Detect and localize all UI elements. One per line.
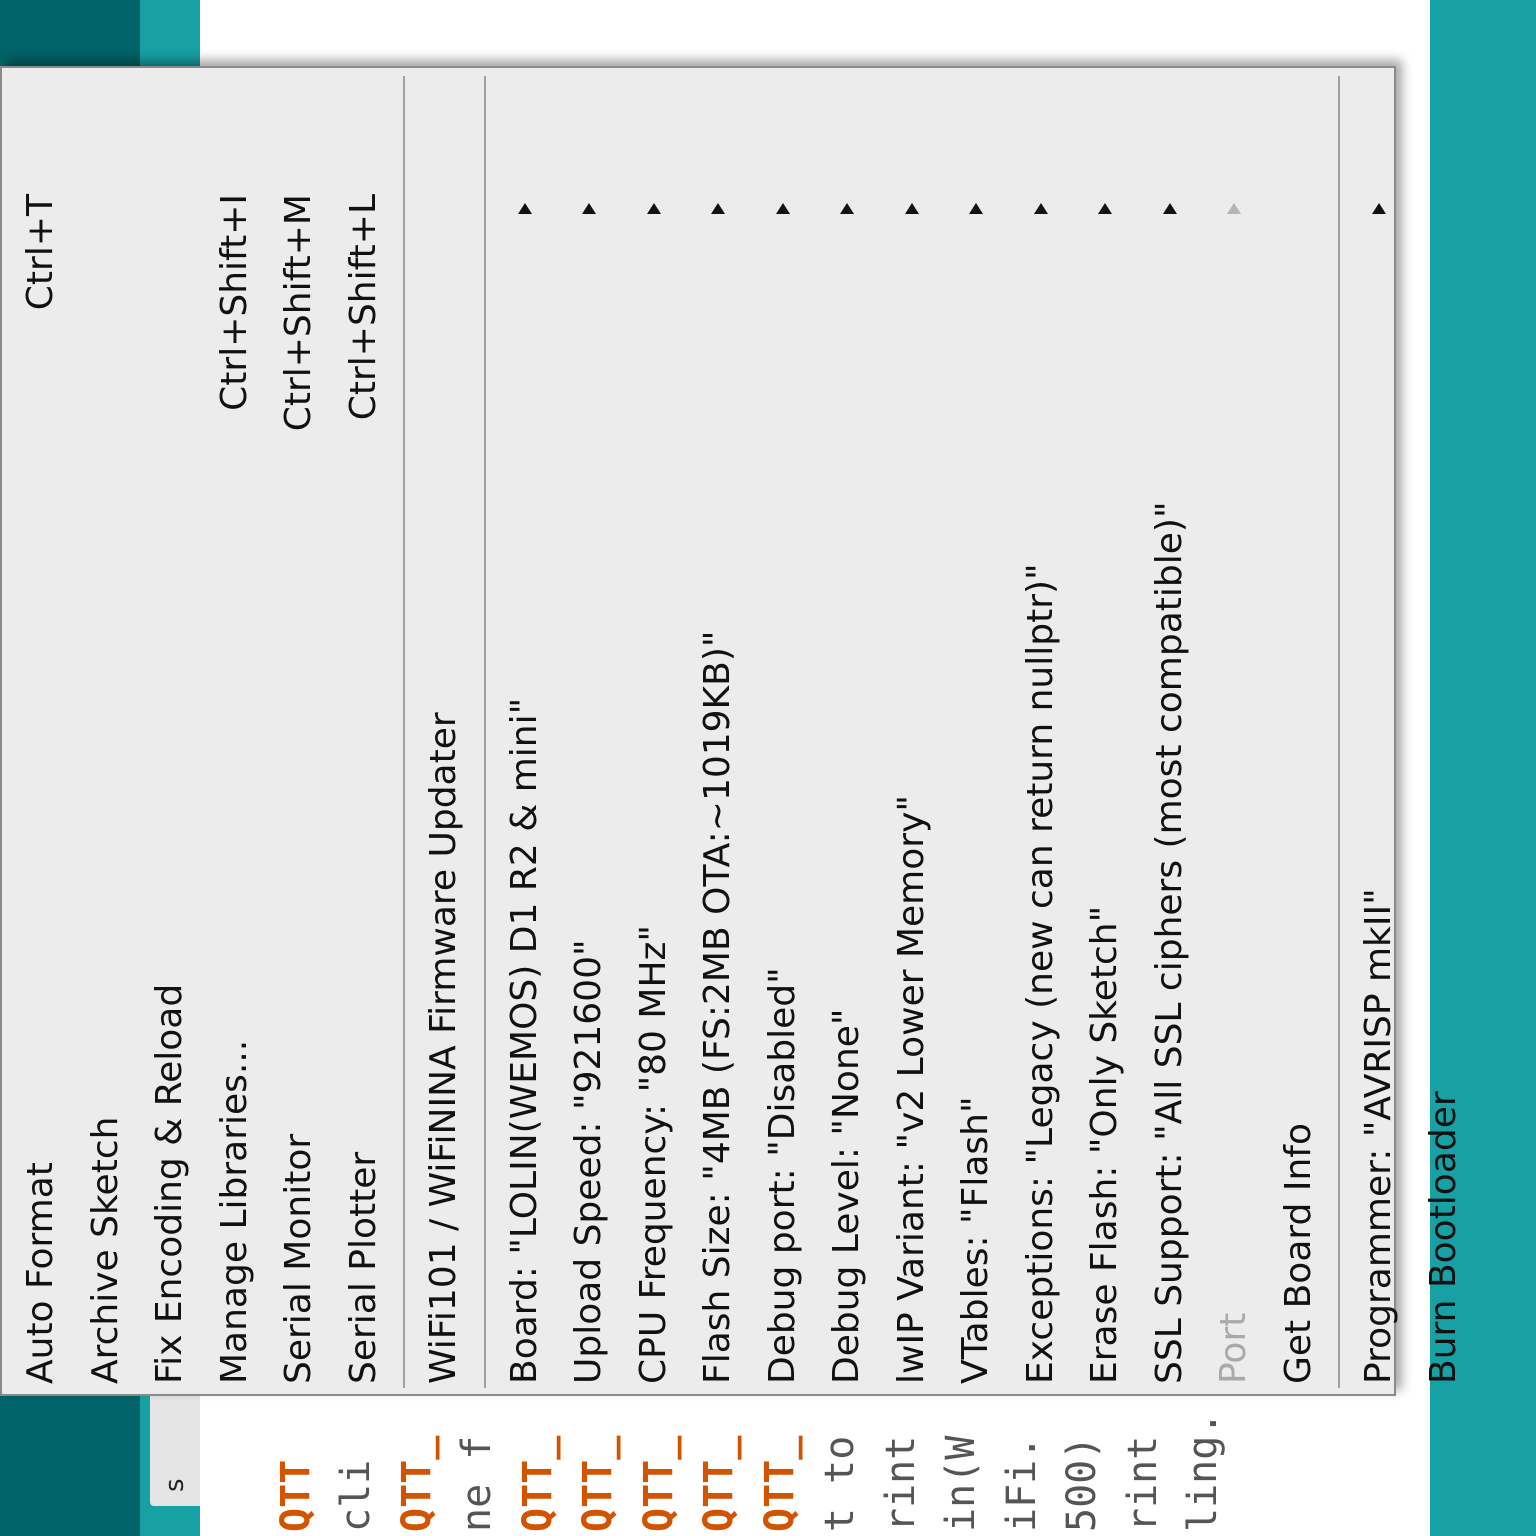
menu-item-wifi101-wifinina-firmware-updater[interactable]: WiFi101 / WiFiNINA Firmware Updater (413, 68, 475, 1394)
menu-item-erase-flash[interactable]: Erase Flash: "Only Sketch" (1074, 68, 1136, 1394)
menu-item-archive-sketch[interactable]: Archive Sketch (75, 68, 137, 1394)
menu-item-shortcut: Ctrl+Shift+M (278, 194, 319, 432)
menu-item-debug-level[interactable]: Debug Level: "None" (816, 68, 878, 1394)
menu-item-serial-monitor[interactable]: Serial Monitor Ctrl+Shift+M (268, 68, 330, 1394)
menu-item-label: VTables: "Flash" (955, 1096, 996, 1384)
menu-item-vtables[interactable]: VTables: "Flash" (945, 68, 1007, 1394)
menu-item-label: SSL Support: "All SSL ciphers (most comp… (1148, 501, 1190, 1384)
menu-item-label: lwIP Variant: "v2 Lower Memory" (890, 795, 932, 1384)
menu-item-exceptions[interactable]: Exceptions: "Legacy (new can return null… (1010, 68, 1072, 1394)
menu-item-label: Burn Bootloader (1422, 1091, 1464, 1384)
menu-item-label: CPU Frequency: "80 MHz" (632, 925, 674, 1384)
arduino-ide-screen: s QTT cli QTT_ ne f QTT_ QTT_ QTT_ QTT_ QTT_ t to… (0, 0, 1536, 1536)
menu-item-board[interactable]: Board: "LOLIN(WEMOS) D1 R2 & mini" (494, 68, 556, 1394)
submenu-arrow-icon (1033, 203, 1048, 214)
tools-dropdown-menu: Auto Format Ctrl+T Archive Sketch Fix Encod… (0, 66, 1464, 1396)
submenu-arrow-icon (1162, 203, 1177, 214)
submenu-arrow-icon (840, 203, 854, 214)
menu-item-programmer[interactable]: Programmer: "AVRISP mkII" (1348, 68, 1410, 1394)
submenu-arrow-icon (646, 203, 661, 214)
menu-item-label: Archive Sketch (84, 1116, 126, 1384)
menu-separator (483, 76, 486, 1388)
menu-item-auto-format[interactable]: Auto Format Ctrl+T (10, 68, 72, 1394)
menu-item-shortcut: Ctrl+T (20, 194, 61, 311)
submenu-arrow-icon (582, 203, 596, 214)
submenu-arrow-icon (1372, 203, 1386, 214)
submenu-arrow-icon (775, 203, 790, 214)
menu-item-lwip-variant[interactable]: lwIP Variant: "v2 Lower Memory" (881, 68, 943, 1394)
menu-item-ssl-support[interactable]: SSL Support: "All SSL ciphers (most comp… (1139, 68, 1201, 1394)
menu-item-fix-encoding-reload[interactable]: Fix Encoding & Reload (139, 68, 201, 1394)
submenu-arrow-icon (969, 203, 983, 214)
menu-item-label: Board: "LOLIN(WEMOS) D1 R2 & mini" (503, 697, 545, 1384)
menu-item-get-board-info[interactable]: Get Board Info (1268, 68, 1330, 1394)
menu-separator (403, 76, 405, 1388)
menu-item-flash-size[interactable]: Flash Size: "4MB (FS:2MB OTA:~1019KB)" (687, 68, 749, 1394)
submenu-arrow-icon (517, 203, 532, 214)
menu-item-shortcut: Ctrl+Shift+I (213, 194, 255, 411)
menu-item-label: Manage Libraries... (213, 1039, 255, 1384)
menu-item-label: Serial Monitor (278, 1133, 319, 1384)
menu-item-label: Port (1213, 1312, 1254, 1384)
menu-item-serial-plotter[interactable]: Serial Plotter Ctrl+Shift+L (333, 68, 395, 1394)
menu-item-label: WiFi101 / WiFiNINA Firmware Updater (423, 712, 464, 1384)
submenu-arrow-icon (904, 203, 919, 214)
menu-item-label: Exceptions: "Legacy (new can return null… (1019, 563, 1061, 1384)
menu-item-label: Erase Flash: "Only Sketch" (1084, 905, 1125, 1384)
submenu-arrow-icon (1227, 203, 1241, 214)
menu-item-label: Debug port: "Disabled" (761, 967, 803, 1384)
submenu-arrow-icon (711, 203, 725, 214)
menu-item-shortcut: Ctrl+Shift+L (342, 194, 384, 421)
menu-item-label: Auto Format (20, 1162, 61, 1384)
menu-item-manage-libraries[interactable]: Manage Libraries... Ctrl+Shift+I (204, 68, 266, 1394)
menu-item-label: Programmer: "AVRISP mkII" (1358, 888, 1399, 1384)
menu-item-upload-speed[interactable]: Upload Speed: "921600" (558, 68, 620, 1394)
menu-item-port: Port (1203, 68, 1265, 1394)
submenu-arrow-icon (1098, 203, 1112, 214)
menu-separator (1338, 76, 1340, 1388)
menu-item-label: Serial Plotter (342, 1151, 384, 1384)
menu-item-label: Debug Level: "None" (826, 1008, 867, 1384)
menu-item-label: Flash Size: "4MB (FS:2MB OTA:~1019KB)" (697, 630, 738, 1384)
menu-item-label: Get Board Info (1277, 1123, 1319, 1384)
menu-item-burn-bootloader[interactable]: Burn Bootloader (1413, 68, 1475, 1394)
menu-item-debug-port[interactable]: Debug port: "Disabled" (752, 68, 814, 1394)
menu-item-label: Fix Encoding & Reload (149, 983, 190, 1384)
menu-item-cpu-frequency[interactable]: CPU Frequency: "80 MHz" (623, 68, 685, 1394)
menu-item-label: Upload Speed: "921600" (568, 939, 609, 1384)
